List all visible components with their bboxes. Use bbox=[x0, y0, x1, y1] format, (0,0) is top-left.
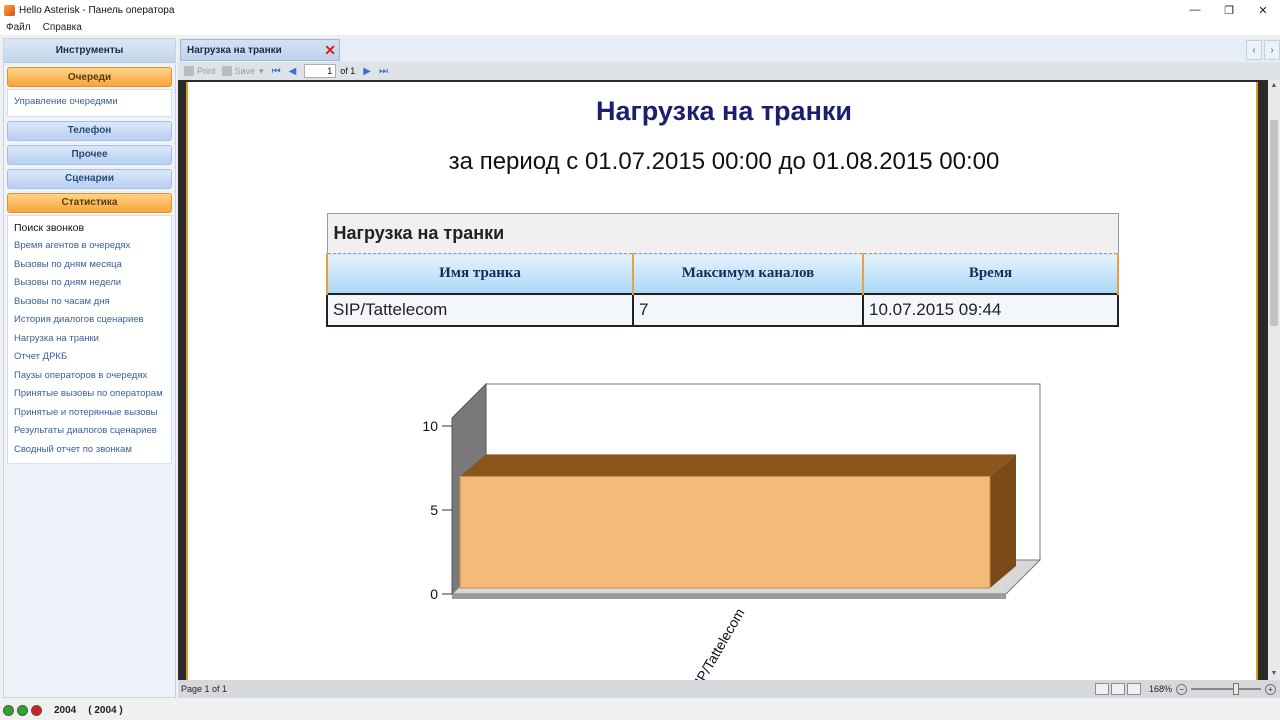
link-drkb-report[interactable]: Отчет ДРКБ bbox=[8, 348, 171, 367]
link-calls-by-hour[interactable]: Вызовы по часам дня bbox=[8, 293, 171, 312]
menu-help[interactable]: Справка bbox=[43, 22, 82, 33]
link-calls-by-operator[interactable]: Принятые вызовы по операторам bbox=[8, 385, 171, 404]
page-status: Page 1 of 1 bbox=[181, 684, 228, 694]
minimize-button[interactable]: — bbox=[1178, 0, 1212, 20]
app-status-bar: 2004 ( 2004 ) bbox=[0, 700, 1280, 720]
close-tab-icon[interactable]: ✕ bbox=[324, 42, 336, 59]
app-icon bbox=[4, 4, 15, 16]
tab-trunk-load[interactable]: Нагрузка на транки ✕ bbox=[180, 39, 340, 61]
queues-panel: Управление очередями bbox=[7, 89, 172, 117]
bar bbox=[459, 475, 991, 589]
group-scenarios-button[interactable]: Сценарии bbox=[7, 168, 172, 189]
stats-panel: Поиск звонков Время агентов в очередях В… bbox=[7, 214, 172, 464]
vertical-scrollbar[interactable]: ▲ ▼ bbox=[1268, 80, 1280, 680]
zoom-out-icon[interactable]: − bbox=[1176, 683, 1187, 695]
group-queues-button[interactable]: Очереди bbox=[7, 67, 172, 87]
link-trunk-load[interactable]: Нагрузка на транки bbox=[8, 330, 171, 349]
page-number-input[interactable]: 1 bbox=[304, 64, 337, 78]
link-accepted-lost[interactable]: Принятые и потерянные вызовы bbox=[8, 404, 171, 423]
scroll-down-icon[interactable]: ▼ bbox=[1268, 668, 1280, 680]
save-button[interactable]: Save ▾ bbox=[221, 66, 264, 77]
print-icon bbox=[184, 66, 194, 76]
print-button[interactable]: Print bbox=[184, 66, 216, 76]
zoom-knob[interactable] bbox=[1233, 683, 1239, 695]
link-search-calls[interactable]: Поиск звонков bbox=[8, 219, 171, 238]
status-red-icon[interactable] bbox=[31, 704, 42, 716]
tab-prev-button[interactable]: ‹ bbox=[1246, 40, 1262, 60]
zoom-slider[interactable] bbox=[1191, 683, 1261, 695]
tab-nav: ‹ › bbox=[1244, 40, 1280, 60]
y-tick-label: 10 bbox=[422, 418, 438, 434]
group-other-button[interactable]: Прочее bbox=[7, 144, 172, 165]
extension-paren: ( 2004 ) bbox=[88, 704, 123, 716]
restore-button[interactable]: ❐ bbox=[1212, 0, 1246, 20]
link-manage-queues[interactable]: Управление очередями bbox=[8, 93, 171, 112]
zoom-level: 168% bbox=[1148, 684, 1172, 694]
extension-number: 2004 bbox=[54, 704, 77, 716]
tools-sidebar: Инструменты Очереди Управление очередями… bbox=[3, 38, 176, 698]
tab-label: Нагрузка на транки bbox=[187, 44, 282, 56]
bar-top bbox=[460, 454, 1016, 477]
view-fit-icon[interactable] bbox=[1110, 683, 1125, 695]
report-viewer[interactable]: Нагрузка на транки за период с 01.07.201… bbox=[178, 80, 1268, 680]
group-stats-button[interactable]: Статистика bbox=[7, 192, 172, 213]
window-title: Hello Asterisk - Панель оператора bbox=[19, 4, 175, 16]
menu-file[interactable]: Файл bbox=[6, 22, 31, 33]
viewer-status-bar: Page 1 of 1 168% − + bbox=[178, 680, 1280, 698]
group-phone-button[interactable]: Телефон bbox=[7, 120, 172, 141]
save-dropdown-icon[interactable]: ▾ bbox=[259, 66, 264, 77]
save-icon bbox=[221, 66, 232, 76]
first-page-icon[interactable]: ⏮ bbox=[272, 66, 281, 77]
view-multi-icon[interactable] bbox=[1126, 683, 1141, 695]
bar-side bbox=[990, 454, 1016, 588]
link-scenario-history[interactable]: История диалогов сценариев bbox=[8, 311, 171, 330]
x-category-label: SIP/Tattelecom bbox=[687, 606, 748, 681]
link-agent-time[interactable]: Время агентов в очередях bbox=[8, 237, 171, 256]
report-page: Нагрузка на транки за период с 01.07.201… bbox=[186, 82, 1258, 680]
link-scenario-results[interactable]: Результаты диалогов сценариев bbox=[8, 422, 171, 441]
page-count-label: of 1 bbox=[340, 66, 356, 76]
status-green2-icon[interactable] bbox=[17, 704, 28, 716]
next-page-icon[interactable]: ▶ bbox=[363, 66, 371, 77]
link-calls-by-month-day[interactable]: Вызовы по дням месяца bbox=[8, 256, 171, 275]
status-green-icon[interactable] bbox=[3, 704, 14, 716]
menu-bar: Файл Справка bbox=[0, 20, 1280, 35]
zoom-in-icon[interactable]: + bbox=[1265, 683, 1276, 695]
view-single-icon[interactable] bbox=[1094, 683, 1109, 695]
link-operator-pauses[interactable]: Паузы операторов в очередях bbox=[8, 367, 171, 386]
window-controls: — ❐ ✕ bbox=[1178, 0, 1280, 20]
y-tick-label: 0 bbox=[430, 586, 438, 602]
trunk-load-chart: 10 5 0 SIP/Tattelecom bbox=[422, 382, 1042, 681]
y-tick-label: 5 bbox=[430, 502, 438, 518]
save-label: Save bbox=[234, 66, 256, 76]
close-window-button[interactable]: ✕ bbox=[1246, 0, 1280, 20]
title-bar: Hello Asterisk - Панель оператора — ❐ ✕ bbox=[0, 0, 1280, 20]
zoom-controls: 168% − + bbox=[1093, 681, 1276, 697]
sidebar-header: Инструменты bbox=[4, 39, 175, 63]
link-calls-by-weekday[interactable]: Вызовы по дням недели bbox=[8, 274, 171, 293]
chart-floor-edge bbox=[452, 594, 1006, 599]
prev-page-icon[interactable]: ◀ bbox=[289, 66, 297, 77]
tab-strip: Нагрузка на транки ✕ ‹ › bbox=[178, 38, 1280, 62]
scroll-up-icon[interactable]: ▲ bbox=[1268, 80, 1280, 92]
scroll-thumb[interactable] bbox=[1270, 120, 1278, 326]
tab-next-button[interactable]: › bbox=[1264, 40, 1280, 60]
link-summary-report[interactable]: Сводный отчет по звонкам bbox=[8, 441, 171, 460]
print-label: Print bbox=[197, 66, 216, 76]
last-page-icon[interactable]: ⏭ bbox=[379, 66, 388, 77]
report-toolbar: Print Save ▾ ⏮ ◀ 1 of 1 ▶ ⏭ bbox=[178, 62, 1280, 80]
